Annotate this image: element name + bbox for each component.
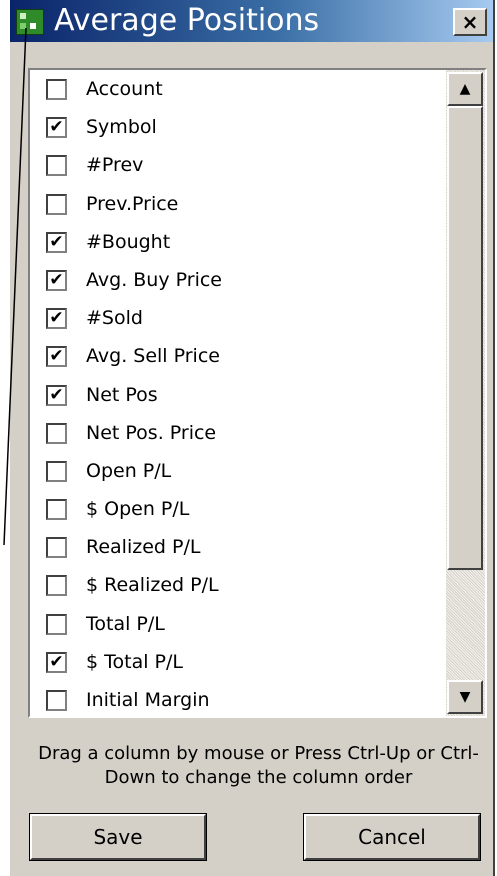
column-item[interactable]: $ Realized P/L (30, 566, 446, 604)
column-item-label: #Prev (86, 154, 144, 177)
checkbox-unchecked[interactable] (46, 79, 67, 100)
checkbox-checked[interactable]: ✔ (46, 308, 67, 330)
checkbox-checked[interactable]: ✔ (46, 346, 67, 368)
column-item[interactable]: Total P/L (30, 605, 446, 643)
column-item-label: Symbol (86, 116, 157, 139)
checkbox-unchecked[interactable] (46, 613, 67, 635)
scroll-down-button[interactable]: ▼ (447, 680, 483, 714)
checkbox-checked[interactable]: ✔ (46, 117, 67, 139)
checkbox-checked[interactable]: ✔ (46, 384, 67, 406)
column-item[interactable]: ✔ #Sold (30, 299, 446, 337)
column-item-label: $ Total P/L (86, 650, 183, 673)
checkbox-unchecked[interactable] (46, 575, 67, 597)
checkbox-checked[interactable]: ✔ (46, 651, 67, 673)
column-item-label: Avg. Buy Price (86, 268, 222, 291)
checkbox-checked[interactable]: ✔ (46, 231, 67, 253)
checkbox-unchecked[interactable] (46, 460, 67, 482)
column-item[interactable]: ✔ Net Pos (30, 376, 446, 414)
cancel-button[interactable]: Cancel (303, 813, 481, 861)
column-item[interactable]: Initial Margin (30, 681, 446, 716)
column-item-label: Realized P/L (86, 536, 201, 559)
average-positions-dialog: Average Positions × Account ✔ Symbol #Prev P… (8, 0, 495, 876)
column-item-label: Account (86, 78, 163, 100)
column-item-label: Initial Margin (86, 689, 210, 711)
checkbox-unchecked[interactable] (46, 193, 67, 215)
column-item[interactable]: Realized P/L (30, 528, 446, 566)
column-item-label: Total P/L (86, 612, 165, 635)
column-item[interactable]: Account (30, 70, 446, 108)
vertical-scrollbar[interactable]: ▲ ▼ (446, 70, 485, 716)
column-order-hint: Drag a column by mouse or Press Ctrl-Up … (38, 743, 479, 788)
column-item-label: Net Pos. Price (86, 421, 217, 444)
column-item[interactable]: ✔ #Bought (30, 223, 446, 261)
column-item[interactable]: Net Pos. Price (30, 414, 446, 452)
column-item[interactable]: ✔ Avg. Buy Price (30, 261, 446, 299)
checkbox-unchecked[interactable] (46, 690, 67, 711)
column-item-label: Prev.Price (86, 192, 179, 215)
column-item-label: Open P/L (86, 459, 172, 482)
column-item[interactable]: Prev.Price (30, 185, 446, 223)
column-list[interactable]: Account ✔ Symbol #Prev Prev.Price ✔ #Bought ✔ Av… (28, 68, 487, 718)
scrollbar-thumb[interactable] (447, 106, 483, 570)
checkbox-unchecked[interactable] (46, 537, 67, 559)
column-item-label: Net Pos (86, 383, 158, 406)
column-item[interactable]: Open P/L (30, 452, 446, 490)
column-item-label: #Sold (86, 307, 143, 330)
column-items: Account ✔ Symbol #Prev Prev.Price ✔ #Bought ✔ Av… (30, 70, 446, 716)
checkbox-unchecked[interactable] (46, 155, 67, 177)
column-item[interactable]: ✔ Avg. Sell Price (30, 337, 446, 375)
checkbox-unchecked[interactable] (46, 499, 67, 521)
column-item-label: #Bought (86, 230, 171, 253)
save-button[interactable]: Save (29, 813, 207, 861)
app-logo-icon (16, 9, 44, 35)
column-item[interactable]: $ Open P/L (30, 490, 446, 528)
column-item[interactable]: ✔ Symbol (30, 108, 446, 146)
column-item-label: Avg. Sell Price (86, 345, 220, 368)
checkbox-checked[interactable]: ✔ (46, 269, 67, 291)
close-button[interactable]: × (453, 8, 487, 36)
title-bar[interactable]: Average Positions × (10, 0, 493, 42)
column-item[interactable]: #Prev (30, 146, 446, 184)
checkbox-unchecked[interactable] (46, 422, 67, 444)
column-item[interactable]: ✔ $ Total P/L (30, 643, 446, 681)
window-title: Average Positions (54, 3, 320, 38)
column-item-label: $ Open P/L (86, 498, 190, 521)
scroll-up-button[interactable]: ▲ (447, 72, 483, 106)
column-item-label: $ Realized P/L (86, 574, 219, 597)
